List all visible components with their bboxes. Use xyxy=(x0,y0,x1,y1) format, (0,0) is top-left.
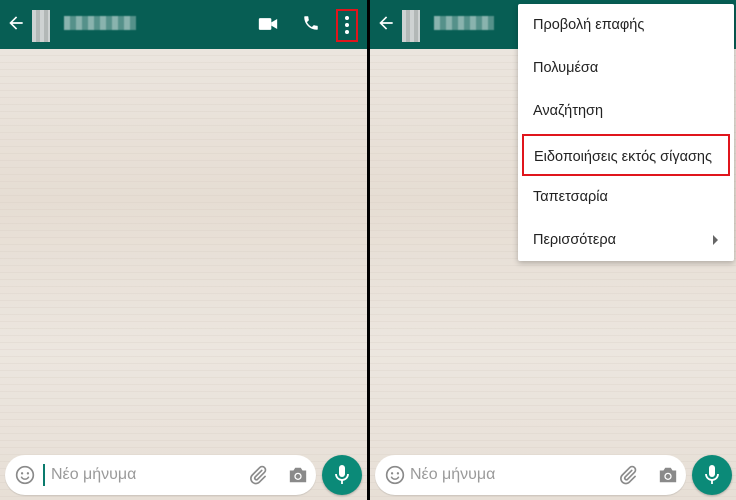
more-options-icon xyxy=(345,16,349,34)
message-input-bar[interactable]: Νέο μήνυμα xyxy=(5,455,316,495)
back-arrow-icon[interactable] xyxy=(6,13,26,33)
menu-item-label: Περισσότερα xyxy=(533,232,616,248)
mic-button[interactable] xyxy=(322,455,362,495)
attach-icon[interactable] xyxy=(618,465,638,485)
emoji-icon[interactable] xyxy=(15,465,35,485)
back-arrow-icon[interactable] xyxy=(376,13,396,33)
menu-item-more[interactable]: Περισσότερα xyxy=(518,219,734,261)
camera-icon[interactable] xyxy=(657,465,679,485)
mic-icon xyxy=(705,465,719,484)
contact-avatar[interactable] xyxy=(402,10,420,42)
contact-name-blurred[interactable] xyxy=(434,16,494,30)
chat-toolbar xyxy=(0,0,367,49)
mic-button[interactable] xyxy=(692,455,732,495)
menu-item-label: Προβολή επαφής xyxy=(533,17,645,33)
menu-item-wallpaper[interactable]: Ταπετσαρία xyxy=(518,176,734,218)
contact-name-blurred[interactable] xyxy=(64,16,136,30)
menu-item-label: Πολυμέσα xyxy=(533,60,599,76)
menu-item-label: Αναζήτηση xyxy=(533,103,604,119)
message-input-placeholder[interactable]: Νέο μήνυμα xyxy=(410,466,495,484)
submenu-arrow-icon xyxy=(713,235,718,245)
message-input-bar[interactable]: Νέο μήνυμα xyxy=(375,455,686,495)
mic-icon xyxy=(335,465,349,484)
chat-screen-left: Νέο μήνυμα xyxy=(0,0,367,500)
video-call-icon[interactable] xyxy=(258,16,278,32)
more-options-button[interactable] xyxy=(336,9,358,42)
contact-avatar[interactable] xyxy=(32,10,50,42)
message-input-placeholder[interactable]: Νέο μήνυμα xyxy=(51,466,136,484)
camera-icon[interactable] xyxy=(287,465,309,485)
menu-item-media[interactable]: Πολυμέσα xyxy=(518,47,734,89)
text-cursor xyxy=(43,464,45,486)
emoji-icon[interactable] xyxy=(385,465,405,485)
menu-item-unmute-notifications[interactable]: Ειδοποιήσεις εκτός σίγασης xyxy=(522,134,730,176)
overflow-menu: Προβολή επαφής Πολυμέσα Αναζήτηση Ειδοπο… xyxy=(518,4,734,261)
chat-screen-right: Προβολή επαφής Πολυμέσα Αναζήτηση Ειδοπο… xyxy=(370,0,736,500)
menu-item-label: Ειδοποιήσεις εκτός σίγασης xyxy=(534,149,712,165)
menu-item-search[interactable]: Αναζήτηση xyxy=(518,90,734,132)
menu-item-label: Ταπετσαρία xyxy=(533,189,608,205)
attach-icon[interactable] xyxy=(248,465,268,485)
voice-call-icon[interactable] xyxy=(302,14,320,32)
menu-item-view-contact[interactable]: Προβολή επαφής xyxy=(518,4,734,46)
